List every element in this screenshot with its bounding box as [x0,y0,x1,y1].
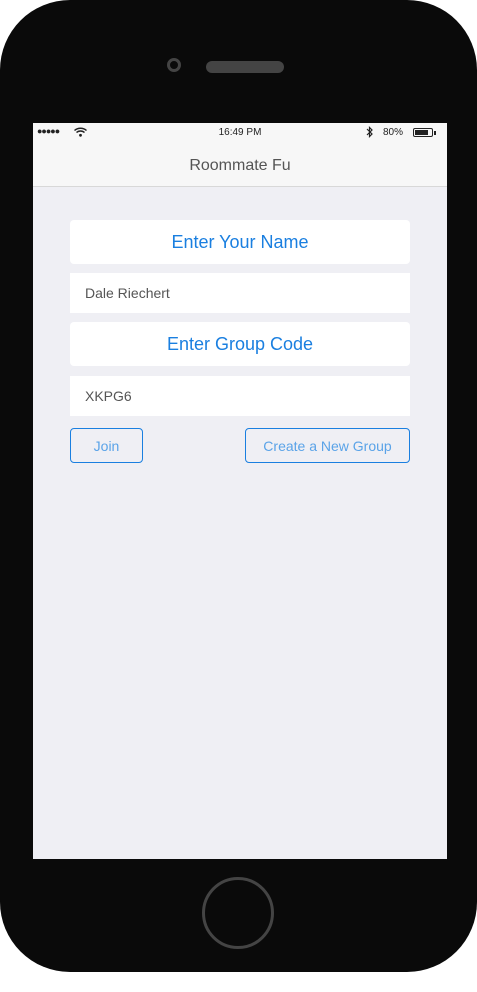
battery-tip [434,131,436,135]
create-group-button[interactable]: Create a New Group [245,428,410,463]
battery-icon [413,128,433,137]
group-code-label: Enter Group Code [70,322,410,366]
navigation-bar: Roommate Fu [33,143,447,187]
name-label: Enter Your Name [70,220,410,264]
join-button[interactable]: Join [70,428,143,463]
bluetooth-icon [366,126,374,141]
screen: ●●●●● 16:49 PM 80% Roommate Fu Enter You… [33,123,447,859]
phone-frame: ●●●●● 16:49 PM 80% Roommate Fu Enter You… [0,0,477,972]
earpiece-speaker [206,61,284,73]
front-camera [167,58,181,72]
group-code-input[interactable] [70,376,410,416]
status-bar: ●●●●● 16:49 PM 80% [33,123,447,143]
battery-fill [415,130,428,135]
battery-percent: 80% [383,127,404,138]
nav-title: Roommate Fu [189,157,291,174]
name-input[interactable] [70,273,410,313]
home-button[interactable] [202,877,274,949]
